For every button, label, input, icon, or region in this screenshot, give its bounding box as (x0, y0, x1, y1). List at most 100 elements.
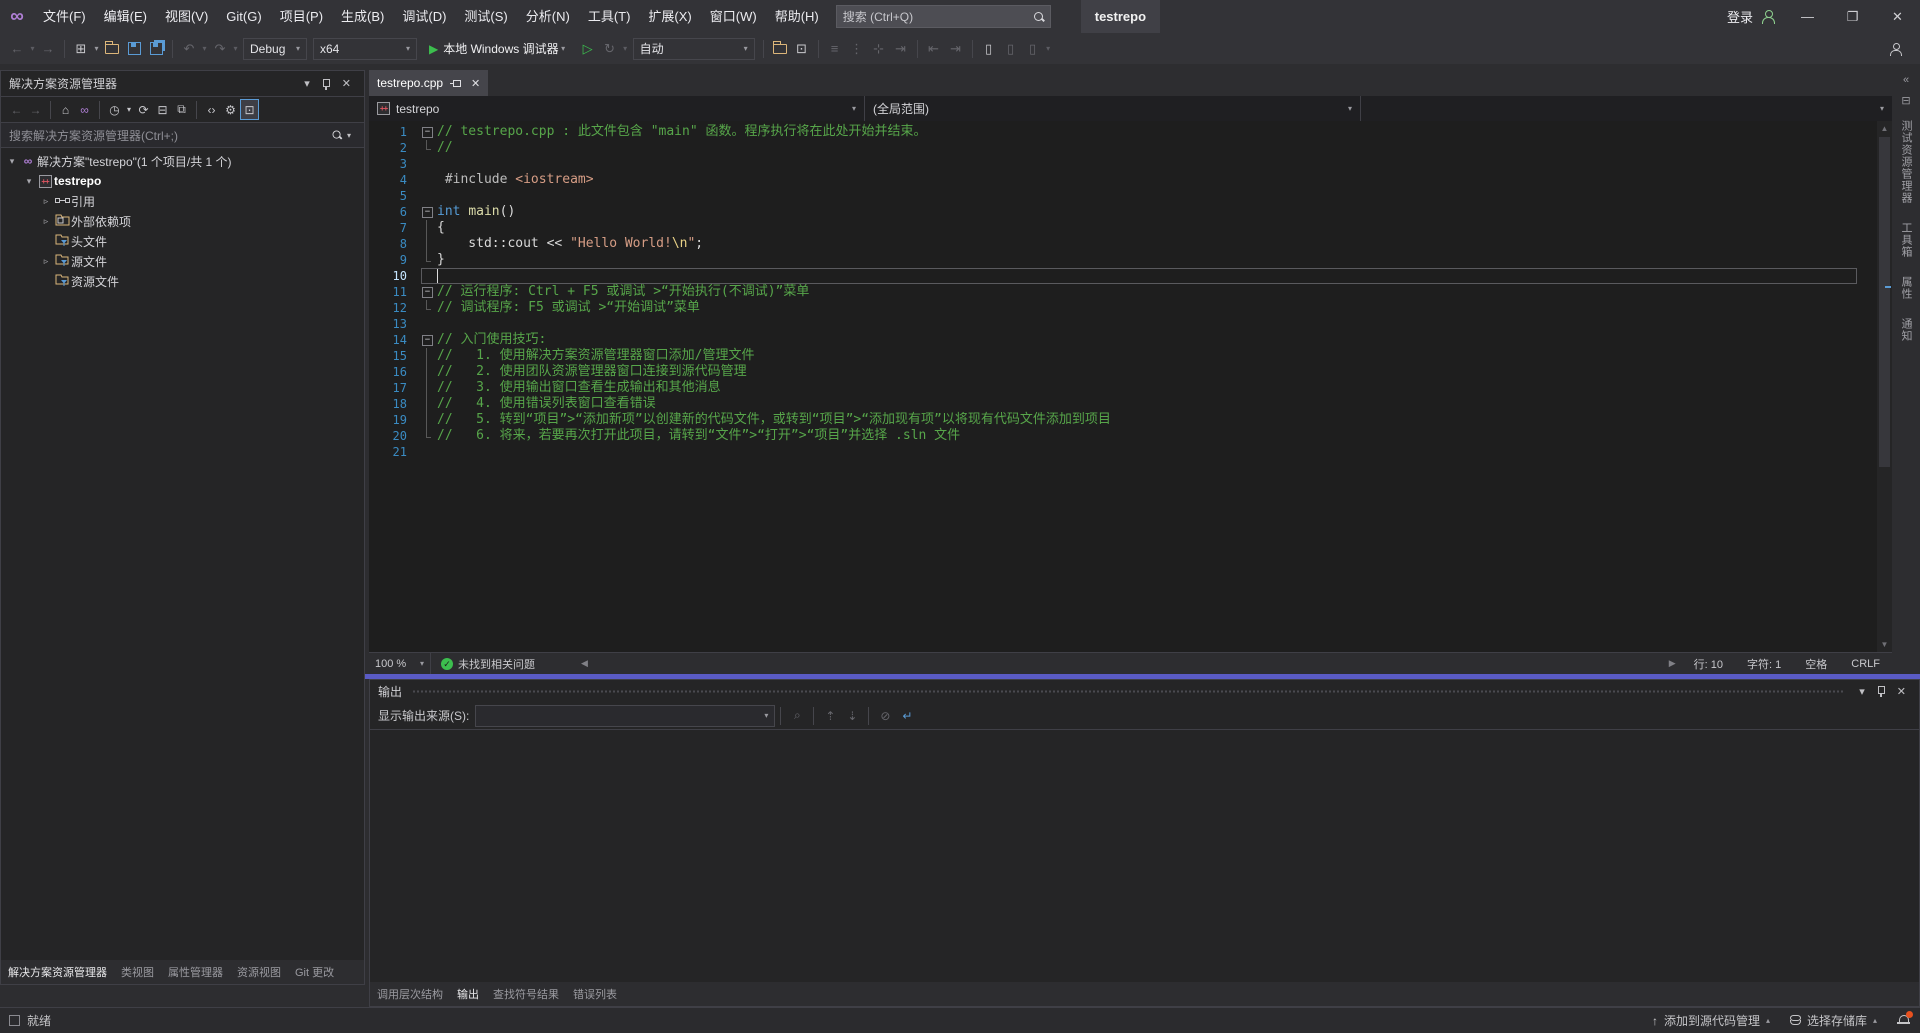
notifications-bell-icon[interactable] (1897, 1014, 1910, 1027)
preview-selected-icon[interactable]: ⊡ (240, 99, 259, 120)
close-tab-icon[interactable]: ✕ (471, 77, 480, 90)
new-project-icon[interactable]: ⊞ (71, 38, 91, 60)
zoom-dropdown[interactable]: 100 % ▾ (369, 653, 431, 675)
auto-hide-tab-属性[interactable]: 属性 (1898, 267, 1914, 309)
view-code-icon[interactable]: ‹› (202, 99, 221, 120)
tab-调用层次结构[interactable]: 调用层次结构 (370, 982, 450, 1006)
search-options-caret-icon[interactable]: ▾ (342, 131, 356, 140)
solution-configurations-dropdown[interactable]: Debug▾ (243, 38, 307, 60)
tab-解决方案资源管理器[interactable]: 解决方案资源管理器 (1, 960, 114, 980)
document-health-ok-icon[interactable]: ✓ (441, 658, 453, 670)
minimize-button[interactable]: — (1785, 0, 1830, 33)
collapse-all-icon[interactable]: ⊟ (153, 99, 172, 120)
save-all-icon[interactable] (146, 38, 166, 60)
switch-views-icon[interactable]: ∞ (75, 99, 94, 120)
fold-marker-icon[interactable] (421, 124, 437, 140)
auto-hide-tab-工具箱[interactable]: 工具箱 (1898, 213, 1914, 267)
send-feedback-icon[interactable] (1886, 38, 1906, 60)
editor-horizontal-scrollbar[interactable] (594, 653, 1663, 674)
save-icon[interactable] (124, 38, 144, 60)
quick-search-box[interactable]: 搜索 (Ctrl+Q) (836, 5, 1051, 28)
start-debugging-button[interactable]: ▶本地 Windows 调试器▾ (423, 37, 574, 61)
dropdown-caret-icon[interactable]: ▾ (28, 44, 37, 53)
scroll-right-icon[interactable]: ▶ (1663, 658, 1682, 669)
panel-options-caret-icon[interactable]: ▾ (299, 77, 315, 90)
output-content[interactable] (370, 730, 1919, 960)
tab-属性管理器[interactable]: 属性管理器 (161, 960, 230, 980)
menu-生成(B)[interactable]: 生成(B) (332, 0, 393, 33)
pending-changes-filter-icon[interactable]: ◷ (105, 99, 124, 120)
member-dropdown[interactable]: ▾ (1361, 96, 1892, 121)
menu-帮助(H)[interactable]: 帮助(H) (766, 0, 828, 33)
document-health-text[interactable]: 未找到相关问题 (458, 656, 535, 672)
background-tasks-icon[interactable] (9, 1015, 20, 1026)
menu-编辑(E)[interactable]: 编辑(E) (95, 0, 156, 33)
expand-arrow-icon[interactable]: ▹ (39, 256, 53, 267)
tab-错误列表[interactable]: 错误列表 (566, 982, 624, 1006)
fold-marker-icon[interactable] (421, 284, 437, 300)
expand-arrow-icon[interactable]: ▹ (39, 196, 53, 207)
strip-window-icon[interactable]: ⊟ (1901, 94, 1910, 107)
scroll-down-icon[interactable]: ▼ (1877, 637, 1892, 652)
scrollbar-thumb[interactable] (1879, 137, 1890, 467)
pin-icon[interactable] (1876, 685, 1886, 697)
menu-文件(F)[interactable]: 文件(F) (34, 0, 95, 33)
menu-Git(G)[interactable]: Git(G) (217, 0, 270, 33)
solution-explorer-search[interactable]: 搜索解决方案资源管理器(Ctrl+;) ▾ (1, 123, 364, 148)
restore-button[interactable]: ❐ (1830, 0, 1875, 33)
pin-tab-icon[interactable] (450, 78, 462, 88)
menu-工具(T)[interactable]: 工具(T) (579, 0, 640, 33)
menu-扩展(X)[interactable]: 扩展(X) (639, 0, 700, 33)
tab-Git 更改[interactable]: Git 更改 (288, 960, 341, 980)
properties-icon[interactable]: ⚙ (221, 99, 240, 120)
auto-hide-tab-测试资源管理器[interactable]: 测试资源管理器 (1898, 111, 1914, 213)
tab-查找符号结果[interactable]: 查找符号结果 (486, 982, 566, 1006)
close-button[interactable]: ✕ (1875, 0, 1920, 33)
select-repository-button[interactable]: 选择存储库 ▴ (1780, 1008, 1887, 1033)
dropdown-caret-icon[interactable]: ▾ (1044, 44, 1053, 53)
auto-hide-tab-通知[interactable]: 通知 (1898, 309, 1914, 351)
strip-chevron-icon[interactable]: « (1903, 74, 1909, 86)
scroll-up-icon[interactable]: ▲ (1877, 121, 1892, 136)
menu-测试(S)[interactable]: 测试(S) (455, 0, 516, 33)
tree-item-头文件[interactable]: 头文件 (1, 231, 364, 251)
tab-资源视图[interactable]: 资源视图 (230, 960, 288, 980)
open-file-icon[interactable] (102, 38, 122, 60)
close-panel-icon[interactable]: ✕ (1892, 685, 1911, 698)
dropdown-caret-icon[interactable]: ▾ (231, 44, 240, 53)
tree-item-资源文件[interactable]: 资源文件 (1, 271, 364, 291)
collapse-arrow-icon[interactable]: ▾ (22, 176, 36, 187)
menu-调试(D)[interactable]: 调试(D) (393, 0, 455, 33)
output-source-dropdown[interactable]: ▾ (475, 705, 775, 727)
tab-类视图[interactable]: 类视图 (114, 960, 161, 980)
tree-item-testrepo[interactable]: ▾++testrepo (1, 171, 364, 191)
toggle-bookmark-icon[interactable]: ▯ (979, 38, 999, 60)
add-to-source-control-button[interactable]: ↑ 添加到源代码管理 ▴ (1642, 1008, 1780, 1033)
home-icon[interactable]: ⌂ (56, 99, 75, 120)
caret-line-indicator[interactable]: 行: 10 (1682, 656, 1735, 672)
menu-项目(P)[interactable]: 项目(P) (271, 0, 332, 33)
refresh-icon[interactable]: ⟳ (134, 99, 153, 120)
fold-marker-icon[interactable] (421, 332, 437, 348)
project-dropdown[interactable]: ++ testrepo ▾ (369, 96, 865, 121)
menu-视图(V)[interactable]: 视图(V) (156, 0, 217, 33)
menu-窗口(W)[interactable]: 窗口(W) (701, 0, 766, 33)
dropdown-caret-icon[interactable]: ▾ (200, 44, 209, 53)
tree-item-引用[interactable]: ▹引用 (1, 191, 364, 211)
document-tab[interactable]: testrepo.cpp ✕ (369, 70, 488, 96)
sign-in-button[interactable]: 登录 (1721, 7, 1759, 26)
tree-item-解决方案"testrepo"(1 个项目/共 1 个)[interactable]: ▾∞解决方案"testrepo"(1 个项目/共 1 个) (1, 151, 364, 171)
attach-dropdown[interactable]: 自动▾ (633, 38, 755, 60)
account-icon[interactable] (1761, 10, 1775, 24)
tree-item-源文件[interactable]: ▹源文件 (1, 251, 364, 271)
expand-arrow-icon[interactable]: ▹ (39, 216, 53, 227)
filter-caret[interactable]: ▾ (124, 99, 134, 120)
collapse-arrow-icon[interactable]: ▾ (5, 156, 19, 167)
code-editor[interactable]: 1// testrepo.cpp : 此文件包含 "main" 函数。程序执行将… (369, 121, 1857, 652)
line-ending-indicator[interactable]: CRLF (1839, 658, 1892, 670)
dropdown-caret-icon[interactable]: ▾ (621, 44, 630, 53)
menu-分析(N)[interactable]: 分析(N) (517, 0, 579, 33)
panel-drag-grip[interactable] (412, 689, 1844, 694)
word-wrap-icon[interactable]: ↵ (896, 705, 918, 727)
scope-dropdown[interactable]: (全局范围) ▾ (865, 96, 1361, 121)
